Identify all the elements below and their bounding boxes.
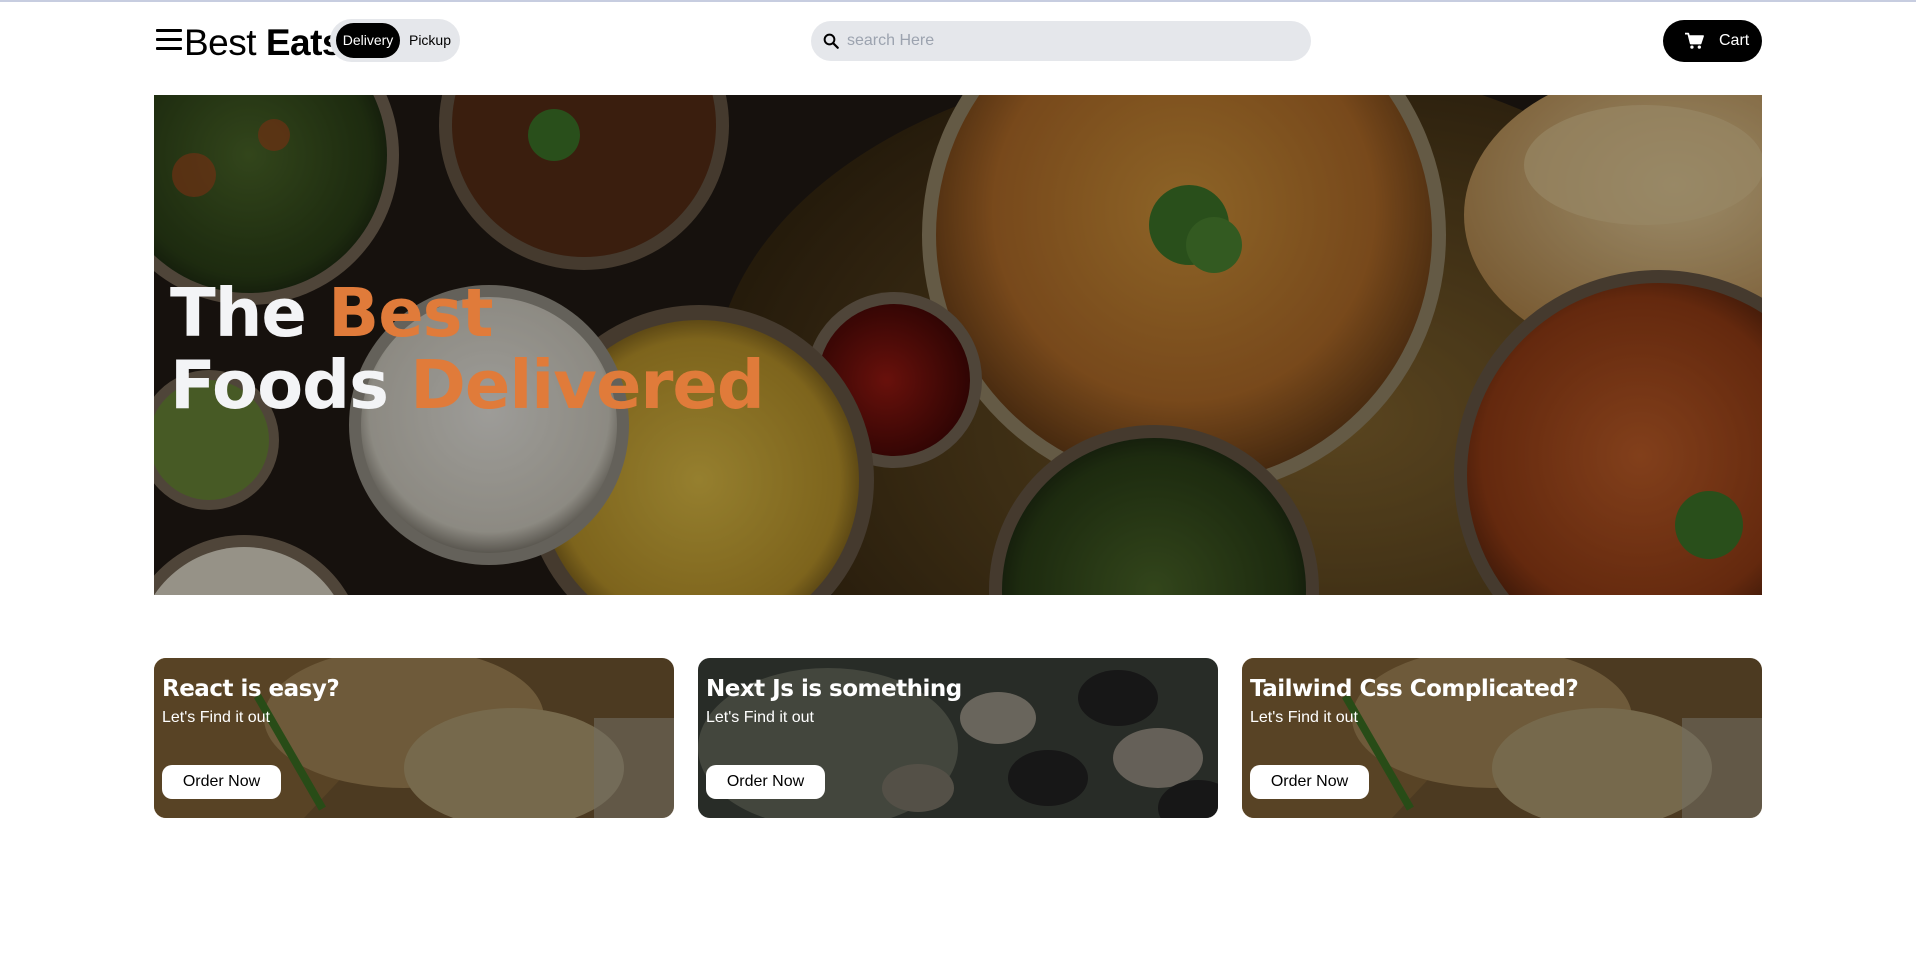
card-title: Next Js is something: [706, 676, 962, 702]
pickup-option[interactable]: Pickup: [404, 23, 456, 58]
search-bar: [811, 21, 1311, 61]
shopping-cart-icon: [1685, 32, 1704, 49]
promo-card: Tailwind Css Complicated? Let's Find it …: [1242, 658, 1762, 818]
hero-banner: The Best Foods Delivered: [154, 95, 1762, 595]
order-now-button[interactable]: Order Now: [1250, 765, 1369, 799]
hero-word-the: The: [170, 274, 307, 352]
brand-name-light: Best: [184, 22, 257, 63]
promo-card: Next Js is something Let's Find it out O…: [698, 658, 1218, 818]
hamburger-menu-icon[interactable]: [156, 28, 182, 52]
cart-label: Cart: [1719, 32, 1750, 49]
card-subtitle: Let's Find it out: [1250, 709, 1358, 726]
hero-word-foods: Foods: [170, 346, 389, 424]
search-icon: [823, 33, 839, 49]
order-now-button[interactable]: Order Now: [706, 765, 825, 799]
card-subtitle: Let's Find it out: [706, 709, 814, 726]
card-title: React is easy?: [162, 676, 340, 702]
promo-card: React is easy? Let's Find it out Order N…: [154, 658, 674, 818]
search-input[interactable]: [847, 25, 1287, 57]
order-now-button[interactable]: Order Now: [162, 765, 281, 799]
hero-headline: The Best Foods Delivered: [170, 274, 765, 424]
navbar: Best Eats Delivery Pickup Cart: [154, 18, 1762, 66]
delivery-pickup-toggle: Delivery Pickup: [330, 19, 460, 62]
card-title: Tailwind Css Complicated?: [1250, 676, 1579, 702]
card-subtitle: Let's Find it out: [162, 709, 270, 726]
cart-button[interactable]: Cart: [1663, 20, 1762, 62]
delivery-option[interactable]: Delivery: [336, 23, 400, 58]
top-border: [0, 0, 1916, 2]
hero-word-best: Best: [328, 274, 493, 352]
brand-logo[interactable]: Best Eats: [184, 21, 342, 65]
hero-word-delivered: Delivered: [410, 346, 765, 424]
